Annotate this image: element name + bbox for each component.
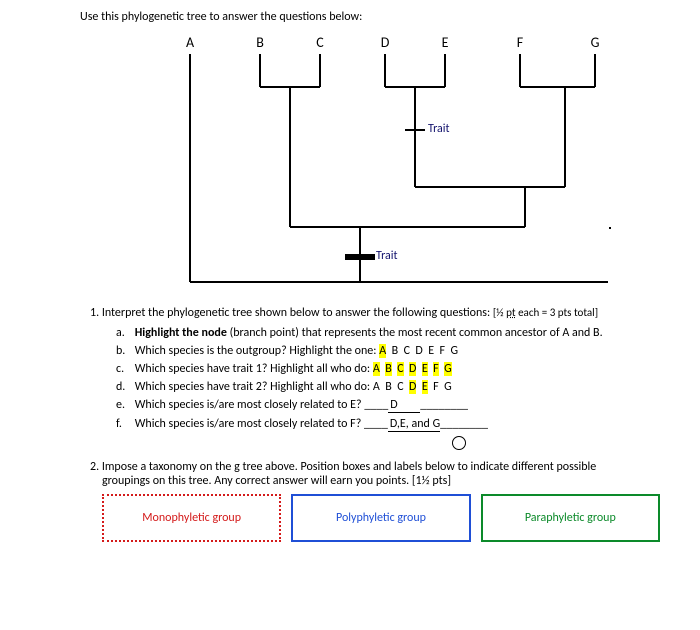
option-C: C xyxy=(404,344,410,358)
tip-d: D xyxy=(365,34,405,51)
q1e-answer: D xyxy=(388,398,420,413)
q1f-blank1: ____ xyxy=(364,417,388,431)
option-F: F xyxy=(433,362,439,376)
tip-e: E xyxy=(425,34,465,51)
circle-mark-icon xyxy=(452,436,466,450)
q1a-letter: a. xyxy=(116,326,132,340)
q1a-rest: (branch point) that represents the most … xyxy=(227,326,603,340)
monophyletic-box[interactable]: Monophyletic group xyxy=(102,494,281,542)
q1-pts-word: pt xyxy=(506,306,515,319)
q1a-bold: Highlight the node xyxy=(135,326,227,340)
option-A: A xyxy=(379,344,386,358)
paraphyletic-box[interactable]: Paraphyletic group xyxy=(481,494,660,542)
q1e-text: Which species is/are most closely relate… xyxy=(135,398,365,412)
q1e-letter: e. xyxy=(116,398,132,412)
q1e-blank1: ____ xyxy=(364,398,388,412)
option-B: B xyxy=(385,362,392,376)
option-D: D xyxy=(415,344,422,358)
para-label: Paraphyletic group xyxy=(525,511,616,525)
q1f-letter: f. xyxy=(116,417,132,431)
option-G: G xyxy=(444,380,452,394)
option-A: A xyxy=(373,380,380,394)
q1b-letter: b. xyxy=(116,344,132,358)
q1d-opts: A B C D E F G xyxy=(373,380,452,394)
q1c-opts: A B C D E F G xyxy=(373,362,452,376)
tip-c: C xyxy=(300,34,340,51)
q1e-blank2: ________ xyxy=(420,398,468,412)
q1-text: 1. Interpret the phylogenetic tree shown… xyxy=(90,306,493,320)
poly-label: Polyphyletic group xyxy=(336,511,426,525)
q1f-blank2: ________ xyxy=(440,417,488,431)
option-C: C xyxy=(397,380,403,394)
q1d-text: Which species have trait 2? Highlight al… xyxy=(135,380,373,394)
q2-line2: groupings on this tree. Any correct answ… xyxy=(102,474,451,488)
mono-label: Monophyletic group xyxy=(142,511,241,525)
option-C: C xyxy=(397,362,403,376)
option-G: G xyxy=(444,362,452,376)
option-G: G xyxy=(450,344,458,358)
q1b-opts: A B C D E F G xyxy=(379,344,458,358)
q2-prompt: 2. Impose a taxonomy on the g tree above… xyxy=(90,460,660,488)
tip-g: G xyxy=(575,34,615,51)
option-E: E xyxy=(428,344,434,358)
option-A: A xyxy=(373,362,380,376)
tip-b: B xyxy=(240,34,280,51)
q1b: b. Which species is the outgroup? Highli… xyxy=(116,344,670,358)
q1b-text: Which species is the outgroup? Highlight… xyxy=(135,344,379,358)
option-F: F xyxy=(440,344,446,358)
tree-svg xyxy=(170,32,650,292)
q1c-letter: c. xyxy=(116,362,132,376)
q1f-answer: D,E, and G xyxy=(388,417,440,432)
option-B: B xyxy=(385,380,392,394)
q1-pts-suf: each = 3 pts total] xyxy=(516,306,598,319)
intro-text: Use this phylogenetic tree to answer the… xyxy=(80,10,670,24)
q1-pts-pre: [½ xyxy=(493,306,506,319)
option-E: E xyxy=(422,380,428,394)
trait-label-lower: Trait xyxy=(376,249,398,263)
option-F: F xyxy=(433,380,439,394)
option-B: B xyxy=(392,344,399,358)
q1d-letter: d. xyxy=(116,380,132,394)
q2-line1: 2. Impose a taxonomy on the g tree above… xyxy=(90,460,596,474)
q1f-text: Which species is/are most closely relate… xyxy=(135,417,364,431)
option-E: E xyxy=(422,362,428,376)
q1f: f. Which species is/are most closely rel… xyxy=(116,417,670,450)
q1c-text: Which species have trait 1? Highlight al… xyxy=(135,362,373,376)
option-D: D xyxy=(409,362,416,376)
q1e: e. Which species is/are most closely rel… xyxy=(116,398,670,413)
q1-prompt: 1. Interpret the phylogenetic tree shown… xyxy=(90,306,670,320)
q1a: a. Highlight the node (branch point) tha… xyxy=(116,326,670,340)
tip-a: A xyxy=(170,34,210,51)
polyphyletic-box[interactable]: Polyphyletic group xyxy=(291,494,470,542)
option-D: D xyxy=(409,380,416,394)
tip-f: F xyxy=(500,34,540,51)
q1d: d. Which species have trait 2? Highlight… xyxy=(116,380,670,394)
trait-label-upper: Trait xyxy=(428,122,450,136)
q1c: c. Which species have trait 1? Highlight… xyxy=(116,362,670,376)
phylo-tree: A B C D E F G Trait Trait xyxy=(170,32,650,292)
